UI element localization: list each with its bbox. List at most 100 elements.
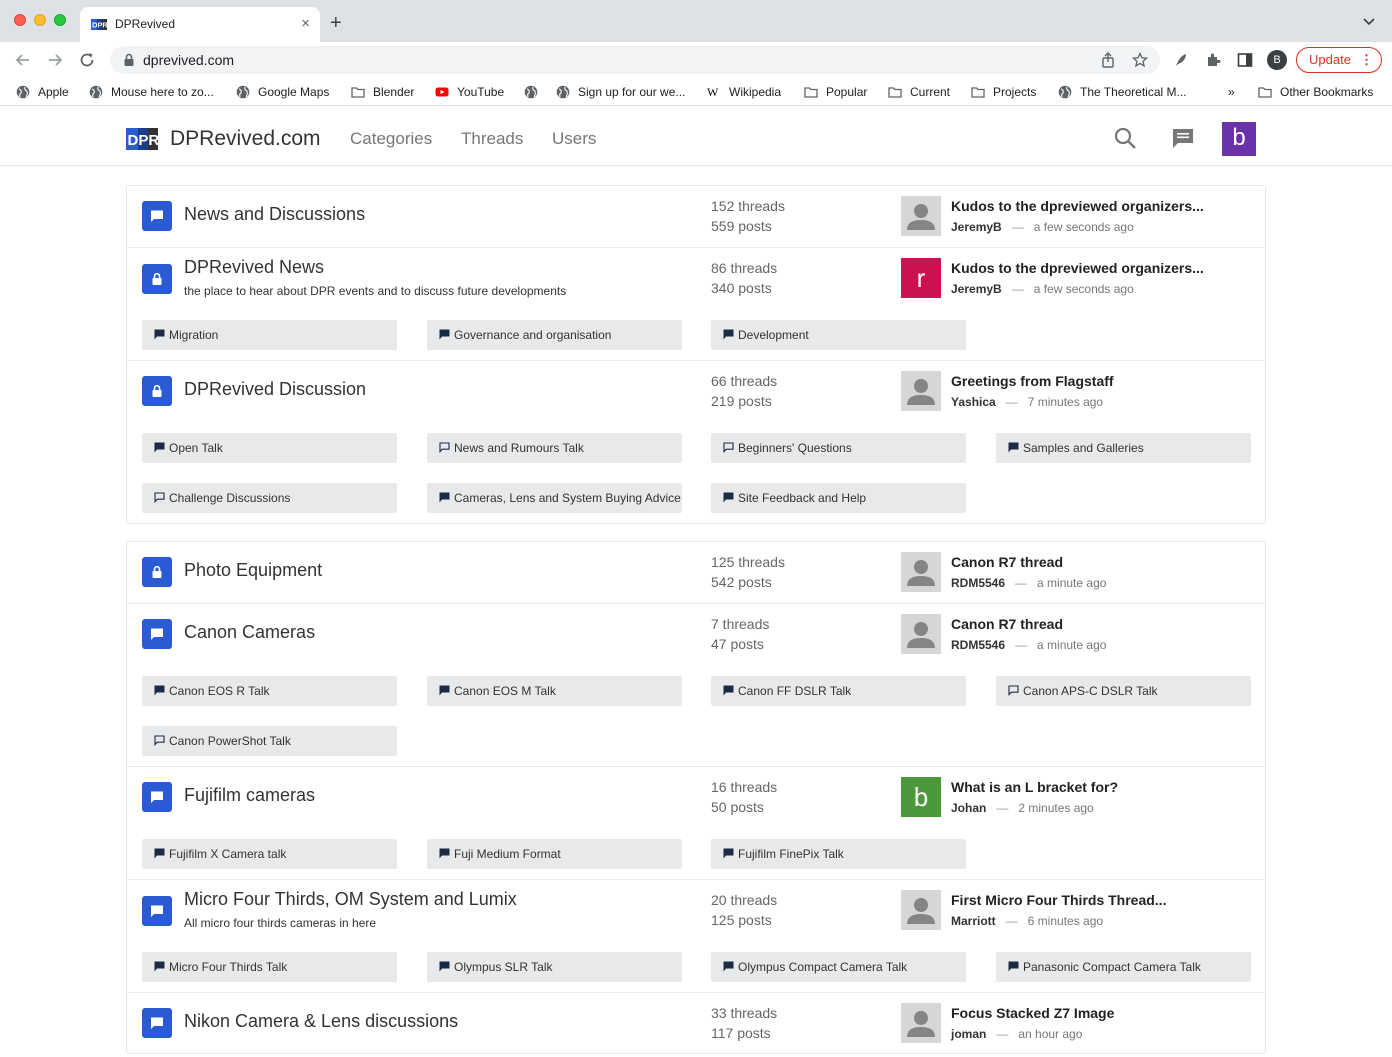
bookmark-item[interactable]: Other Bookmarks bbox=[1258, 83, 1373, 101]
last-post-title[interactable]: Focus Stacked Z7 Image bbox=[951, 1005, 1114, 1021]
dpr-logo-icon[interactable]: DPR bbox=[126, 128, 158, 150]
bookmark-item[interactable]: Blender bbox=[351, 83, 414, 101]
last-post-user[interactable]: Johan bbox=[951, 801, 986, 815]
last-post-time[interactable]: 2 minutes ago bbox=[1018, 801, 1093, 815]
nav-threads[interactable]: Threads bbox=[461, 129, 523, 149]
category-name[interactable]: Fujifilm cameras bbox=[184, 785, 315, 806]
bookmark-item[interactable]: YouTube bbox=[435, 83, 504, 101]
bookmark-star-icon[interactable] bbox=[1132, 52, 1148, 68]
last-post-time[interactable]: a few seconds ago bbox=[1034, 282, 1134, 296]
category-icon[interactable] bbox=[142, 896, 172, 926]
subcategory-chip[interactable]: Samples and Galleries bbox=[996, 433, 1251, 463]
subcategory-chip[interactable]: Canon APS-C DSLR Talk bbox=[996, 676, 1251, 706]
last-post-avatar[interactable] bbox=[901, 196, 941, 236]
subcategory-chip[interactable]: Fujifilm FinePix Talk bbox=[711, 839, 966, 869]
last-post-user[interactable]: RDM5546 bbox=[951, 576, 1005, 590]
address-bar[interactable]: dprevived.com bbox=[110, 46, 1160, 74]
last-post-time[interactable]: 7 minutes ago bbox=[1028, 395, 1103, 409]
extensions-puzzle-icon[interactable] bbox=[1205, 52, 1221, 68]
new-tab-button[interactable]: + bbox=[330, 12, 342, 34]
subcategory-chip[interactable]: Fuji Medium Format bbox=[427, 839, 682, 869]
update-button[interactable]: Update ⋮ bbox=[1296, 47, 1382, 73]
last-post-title[interactable]: What is an L bracket for? bbox=[951, 779, 1118, 795]
window-minimize-button[interactable] bbox=[34, 14, 46, 26]
subcategory-chip[interactable]: Development bbox=[711, 320, 966, 350]
back-arrow-icon[interactable] bbox=[13, 50, 33, 70]
last-post-avatar[interactable] bbox=[901, 614, 941, 654]
last-post-user[interactable]: RDM5546 bbox=[951, 638, 1005, 652]
category-name[interactable]: Micro Four Thirds, OM System and Lumix bbox=[184, 889, 517, 910]
category-icon[interactable] bbox=[142, 557, 172, 587]
last-post-title[interactable]: Kudos to the dpreviewed organizers... bbox=[951, 260, 1204, 276]
profile-avatar[interactable]: B bbox=[1267, 50, 1287, 70]
bookmark-item[interactable]: Projects bbox=[971, 83, 1036, 101]
subcategory-chip[interactable]: Olympus Compact Camera Talk bbox=[711, 952, 966, 982]
bookmark-item[interactable]: » bbox=[1228, 83, 1235, 101]
subcategory-chip[interactable]: Olympus SLR Talk bbox=[427, 952, 682, 982]
last-post-avatar[interactable]: r bbox=[901, 258, 941, 298]
last-post-title[interactable]: Greetings from Flagstaff bbox=[951, 373, 1114, 389]
last-post-user[interactable]: Marriott bbox=[951, 914, 996, 928]
reload-icon[interactable] bbox=[77, 50, 97, 70]
subcategory-chip[interactable]: Fujifilm X Camera talk bbox=[142, 839, 397, 869]
last-post-title[interactable]: Canon R7 thread bbox=[951, 616, 1063, 632]
subcategory-chip[interactable]: Canon EOS R Talk bbox=[142, 676, 397, 706]
subcategory-chip[interactable]: Open Talk bbox=[142, 433, 397, 463]
subcategory-chip[interactable]: Canon FF DSLR Talk bbox=[711, 676, 966, 706]
subcategory-chip[interactable]: Micro Four Thirds Talk bbox=[142, 952, 397, 982]
last-post-title[interactable]: First Micro Four Thirds Thread... bbox=[951, 892, 1166, 908]
subcategory-chip[interactable]: Governance and organisation bbox=[427, 320, 682, 350]
more-menu-icon[interactable]: ⋮ bbox=[1360, 48, 1373, 72]
side-panel-icon[interactable] bbox=[1237, 52, 1253, 68]
category-name[interactable]: DPRevived News bbox=[184, 257, 324, 278]
last-post-time[interactable]: 6 minutes ago bbox=[1028, 914, 1103, 928]
window-close-button[interactable] bbox=[14, 14, 26, 26]
subcategory-chip[interactable]: Challenge Discussions bbox=[142, 483, 397, 513]
last-post-user[interactable]: joman bbox=[951, 1027, 986, 1041]
last-post-title[interactable]: Canon R7 thread bbox=[951, 554, 1063, 570]
bookmark-item[interactable] bbox=[524, 83, 546, 101]
window-zoom-button[interactable] bbox=[54, 14, 66, 26]
bookmark-item[interactable]: Sign up for our we... bbox=[556, 83, 685, 101]
subcategory-chip[interactable]: Migration bbox=[142, 320, 397, 350]
user-avatar[interactable]: b bbox=[1222, 122, 1256, 156]
last-post-time[interactable]: an hour ago bbox=[1018, 1027, 1082, 1041]
category-icon[interactable] bbox=[142, 782, 172, 812]
category-name[interactable]: Nikon Camera & Lens discussions bbox=[184, 1011, 458, 1032]
tab-close-icon[interactable]: × bbox=[301, 15, 310, 33]
last-post-avatar[interactable] bbox=[901, 371, 941, 411]
bookmark-item[interactable]: Apple bbox=[16, 83, 69, 101]
tab-search-chevron-icon[interactable] bbox=[1362, 14, 1376, 28]
nav-categories[interactable]: Categories bbox=[350, 129, 432, 149]
subcategory-chip[interactable]: Canon PowerShot Talk bbox=[142, 726, 397, 756]
category-name[interactable]: Photo Equipment bbox=[184, 560, 322, 581]
url-text[interactable]: dprevived.com bbox=[143, 52, 234, 68]
forward-arrow-icon[interactable] bbox=[45, 50, 65, 70]
category-name[interactable]: Canon Cameras bbox=[184, 622, 315, 643]
category-name[interactable]: DPRevived Discussion bbox=[184, 379, 366, 400]
last-post-time[interactable]: a minute ago bbox=[1037, 638, 1106, 652]
last-post-time[interactable]: a few seconds ago bbox=[1034, 220, 1134, 234]
browser-tab-dprevived[interactable]: DPR DPRevived × bbox=[80, 7, 320, 42]
last-post-user[interactable]: JeremyB bbox=[951, 282, 1002, 296]
search-icon[interactable] bbox=[1113, 126, 1137, 150]
bookmark-item[interactable]: Google Maps bbox=[236, 83, 329, 101]
subcategory-chip[interactable]: Cameras, Lens and System Buying Advice bbox=[427, 483, 682, 513]
bookmark-item[interactable]: The Theoretical M... bbox=[1058, 83, 1187, 101]
lock-icon[interactable] bbox=[122, 53, 136, 67]
last-post-user[interactable]: Yashica bbox=[951, 395, 996, 409]
subcategory-chip[interactable]: Canon EOS M Talk bbox=[427, 676, 682, 706]
share-icon[interactable] bbox=[1100, 52, 1116, 68]
category-icon[interactable] bbox=[142, 201, 172, 231]
bookmark-item[interactable]: W Wikipedia bbox=[707, 83, 781, 101]
bookmark-item[interactable]: Mouse here to zo... bbox=[89, 83, 214, 101]
subcategory-chip[interactable]: Beginners' Questions bbox=[711, 433, 966, 463]
chat-icon[interactable] bbox=[1171, 126, 1195, 150]
bookmark-item[interactable]: Popular bbox=[804, 83, 867, 101]
last-post-time[interactable]: a minute ago bbox=[1037, 576, 1106, 590]
last-post-avatar[interactable] bbox=[901, 1003, 941, 1043]
category-icon[interactable] bbox=[142, 376, 172, 406]
subcategory-chip[interactable]: Panasonic Compact Camera Talk bbox=[996, 952, 1251, 982]
last-post-user[interactable]: JeremyB bbox=[951, 220, 1002, 234]
last-post-title[interactable]: Kudos to the dpreviewed organizers... bbox=[951, 198, 1204, 214]
